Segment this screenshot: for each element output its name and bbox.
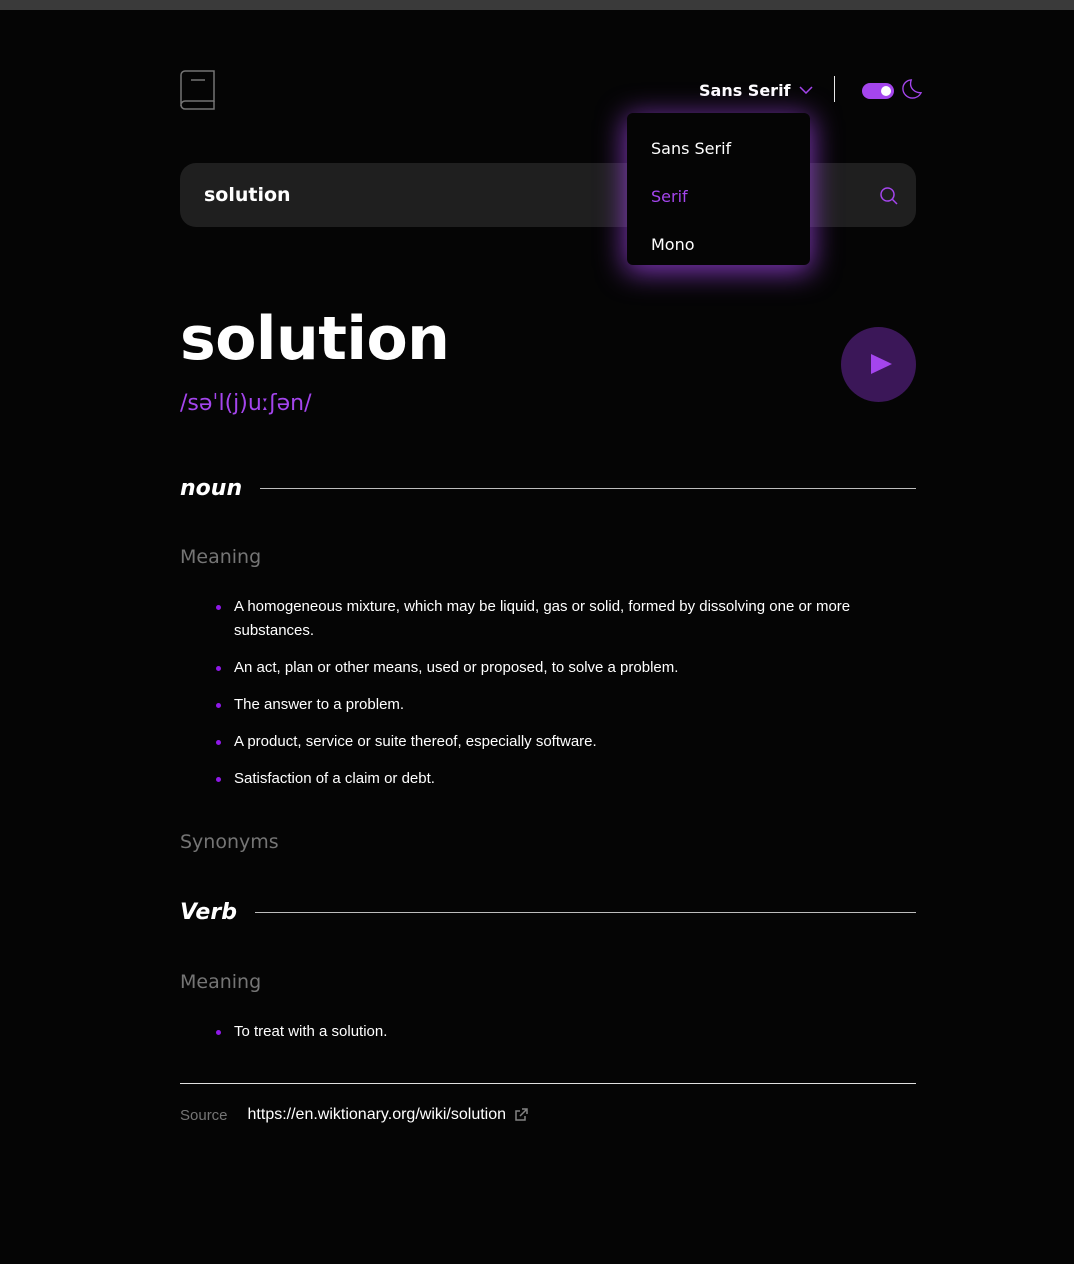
font-option-sans-serif[interactable]: Sans Serif [651,137,810,161]
theme-toggle[interactable] [862,83,894,99]
toggle-knob [881,86,891,96]
part-of-speech: Verb [180,899,237,925]
window-top-bar [0,0,1074,10]
header: Sans Serif [180,70,922,110]
definition-item: The answer to a problem. [216,693,916,717]
source-link[interactable]: https://en.wiktionary.org/wiki/solution [248,1106,506,1124]
definition-item: A product, service or suite thereof, esp… [216,730,916,754]
play-icon [871,354,892,374]
definition-item: An act, plan or other means, used or pro… [216,656,916,680]
definition-list: To treat with a solution. [216,1020,916,1057]
book-icon[interactable] [180,70,216,110]
synonyms-heading: Synonyms [180,831,279,853]
font-select-label: Sans Serif [699,80,791,100]
definition-list: A homogeneous mixture, which may be liqu… [216,595,916,804]
part-of-speech: noun [180,475,243,501]
source-label: Source [180,1106,228,1124]
definition-item: A homogeneous mixture, which may be liqu… [216,595,916,643]
search-icon[interactable] [880,187,898,205]
source-row: Source https://en.wiktionary.org/wiki/so… [180,1106,528,1124]
font-option-serif[interactable]: Serif [651,185,810,209]
section-divider [260,487,916,489]
font-family-select[interactable]: Sans Serif [699,78,813,102]
definition-item: Satisfaction of a claim or debt. [216,767,916,791]
section-verb-header: Verb [180,897,916,927]
definition-item: To treat with a solution. [216,1020,916,1044]
word-phonetic: /səˈl(j)uːʃən/ [180,391,312,416]
external-link-icon[interactable] [514,1108,528,1122]
chevron-down-icon [798,86,813,94]
meaning-heading: Meaning [180,971,262,993]
header-divider [834,76,835,102]
moon-icon [902,79,922,99]
word-title: solution [180,304,450,374]
meaning-heading: Meaning [180,546,262,568]
font-dropdown-menu: Sans Serif Serif Mono [627,113,810,265]
section-divider [254,911,916,913]
section-noun-header: noun [180,473,916,503]
font-option-mono[interactable]: Mono [651,233,810,257]
play-pronunciation-button[interactable] [841,327,916,402]
footer-divider [180,1083,916,1084]
